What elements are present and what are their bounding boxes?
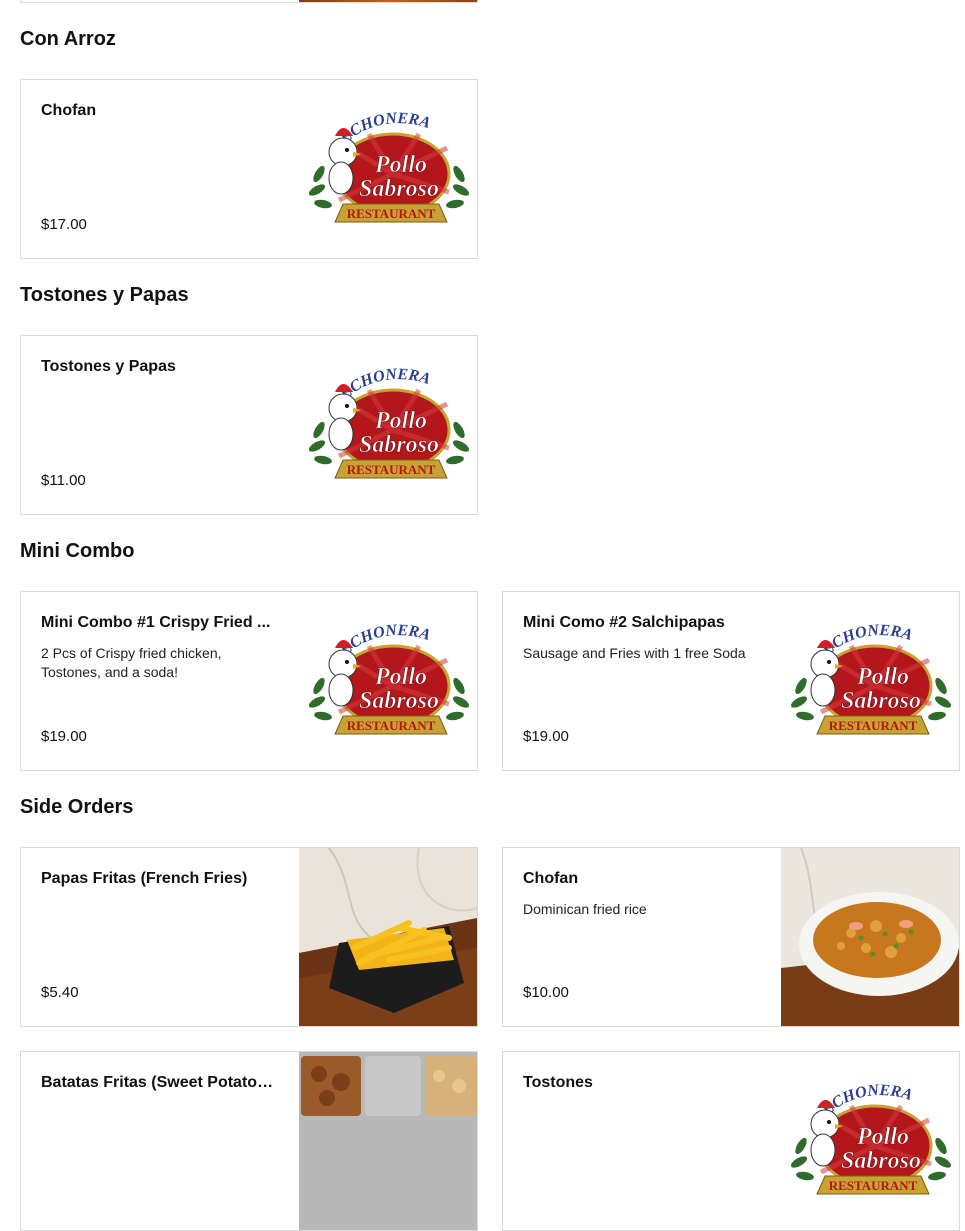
svg-text:Pollo: Pollo	[374, 408, 427, 434]
menu-item-card[interactable]: Mini Como #2 Salchipapas Sausage and Fri…	[502, 591, 960, 771]
svg-text:Pollo: Pollo	[374, 664, 427, 690]
previous-item-card[interactable]	[20, 0, 478, 3]
item-name: Tostones y Papas	[41, 358, 176, 375]
menu-item-card[interactable]: Papas Fritas (French Fries) $5.40	[20, 847, 478, 1027]
item-price: $19.00	[523, 728, 569, 745]
item-name: Mini Como #2 Salchipapas	[523, 614, 725, 631]
svg-text:RESTAURANT: RESTAURANT	[347, 462, 436, 477]
section-title-side-orders: Side Orders	[20, 796, 134, 818]
food-trays-photo	[299, 1052, 477, 1230]
restaurant-logo: LECHONERA Pollo Sabroso RESTAURANT	[790, 1082, 952, 1200]
menu-item-card[interactable]: Mini Combo #1 Crispy Fried ... 2 Pcs of …	[20, 591, 478, 771]
item-name: Mini Combo #1 Crispy Fried ...	[41, 614, 271, 631]
svg-text:Sabroso: Sabroso	[841, 688, 921, 714]
svg-text:RESTAURANT: RESTAURANT	[347, 718, 436, 733]
pollo-sabroso-logo: LECHONERA Pollo Sabroso RESTAURANT	[308, 622, 470, 735]
pollo-sabroso-logo: LECHONERA Pollo Sabroso RESTAURANT	[790, 622, 952, 735]
restaurant-logo: LECHONERA Pollo Sabroso RESTAURANT	[308, 622, 470, 740]
section-title-con-arroz: Con Arroz	[20, 28, 116, 50]
pollo-sabroso-logo: LECHONERA Pollo Sabroso RESTAURANT	[308, 366, 470, 479]
section-title-tostones-y-papas: Tostones y Papas	[20, 284, 189, 306]
svg-text:Sabroso: Sabroso	[359, 688, 439, 714]
svg-text:RESTAURANT: RESTAURANT	[829, 1178, 918, 1193]
item-name: Chofan	[41, 102, 97, 119]
item-description: Dominican fried rice	[523, 901, 647, 917]
svg-text:Pollo: Pollo	[856, 1124, 909, 1150]
item-description: Sausage and Fries with 1 free Soda	[523, 645, 746, 661]
menu-item-card[interactable]: Batatas Fritas (Sweet Potatoes)	[20, 1051, 478, 1231]
item-price: $10.00	[523, 984, 569, 1001]
pollo-sabroso-logo: LECHONERA Pollo Sabroso RESTAURANT	[308, 110, 470, 223]
menu-item-card[interactable]: Chofan Dominican fried rice $10.00	[502, 847, 960, 1027]
svg-text:Pollo: Pollo	[374, 152, 427, 178]
svg-text:Sabroso: Sabroso	[359, 432, 439, 458]
previous-item-photo	[299, 0, 477, 2]
pollo-sabroso-logo: LECHONERA Pollo Sabroso RESTAURANT	[790, 1082, 952, 1195]
menu-item-card[interactable]: Tostones y Papas $11.00 LECHONERA	[20, 335, 478, 515]
svg-text:Sabroso: Sabroso	[841, 1148, 921, 1174]
item-price: $19.00	[41, 728, 87, 745]
item-name: Chofan	[523, 870, 579, 887]
svg-text:RESTAURANT: RESTAURANT	[829, 718, 918, 733]
item-price: $5.40	[41, 984, 79, 1001]
fried-rice-photo	[781, 848, 959, 1026]
restaurant-logo: LECHONERA Pollo Sabroso RESTAURANT	[308, 110, 470, 228]
menu-item-card[interactable]: Chofan $17.00 LECHONERA	[20, 79, 478, 259]
svg-text:RESTAURANT: RESTAURANT	[347, 206, 436, 221]
french-fries-photo	[299, 848, 477, 1026]
svg-text:Sabroso: Sabroso	[359, 176, 439, 202]
item-price: $11.00	[41, 472, 86, 489]
item-price: $17.00	[41, 216, 87, 233]
item-name: Batatas Fritas (Sweet Potatoes)	[41, 1074, 279, 1091]
restaurant-logo: LECHONERA Pollo Sabroso RESTAURANT	[790, 622, 952, 740]
item-name: Tostones	[523, 1074, 593, 1091]
restaurant-logo: LECHONERA Pollo Sabroso RESTAURANT	[308, 366, 470, 484]
section-title-mini-combo: Mini Combo	[20, 540, 135, 562]
item-name: Papas Fritas (French Fries)	[41, 870, 248, 887]
menu-item-card[interactable]: Tostones LECHONERA	[502, 1051, 960, 1231]
item-description: 2 Pcs of Crispy fried chicken, Tostones,…	[41, 645, 222, 680]
svg-text:Pollo: Pollo	[856, 664, 909, 690]
